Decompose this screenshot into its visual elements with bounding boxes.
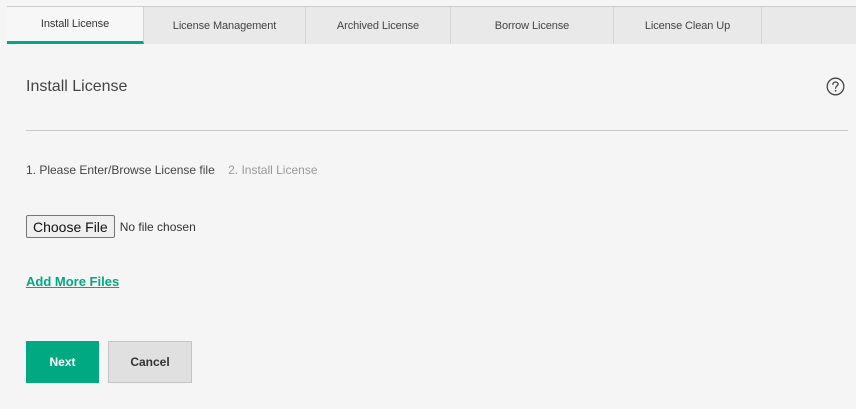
install-license-page: Install License License Management Archi… — [0, 0, 856, 409]
help-circle-icon[interactable] — [826, 77, 845, 96]
tab-borrow-license[interactable]: Borrow License — [451, 7, 614, 44]
step-2-label: 2. Install License — [228, 163, 318, 177]
tab-list: Install License License Management Archi… — [7, 6, 856, 44]
cancel-button[interactable]: Cancel — [108, 341, 192, 383]
page-title: Install License — [26, 78, 128, 95]
tab-license-management[interactable]: License Management — [144, 7, 306, 44]
tab-empty — [762, 7, 856, 44]
tab-bar: Install License License Management Archi… — [0, 0, 856, 44]
tab-install-license[interactable]: Install License — [7, 7, 144, 44]
add-more-files-link[interactable]: Add More Files — [26, 274, 119, 289]
step-1-label: 1. Please Enter/Browse License file — [26, 163, 215, 177]
header-divider — [26, 130, 848, 131]
step-indicator: 1. Please Enter/Browse License file 2. I… — [26, 163, 318, 177]
next-button[interactable]: Next — [26, 341, 99, 383]
file-status-text: No file chosen — [119, 219, 196, 234]
choose-file-button[interactable]: Choose File — [26, 215, 115, 238]
file-input: Choose File No file chosen — [26, 215, 196, 238]
tab-archived-license[interactable]: Archived License — [306, 7, 451, 44]
tab-license-clean-up[interactable]: License Clean Up — [614, 7, 762, 44]
